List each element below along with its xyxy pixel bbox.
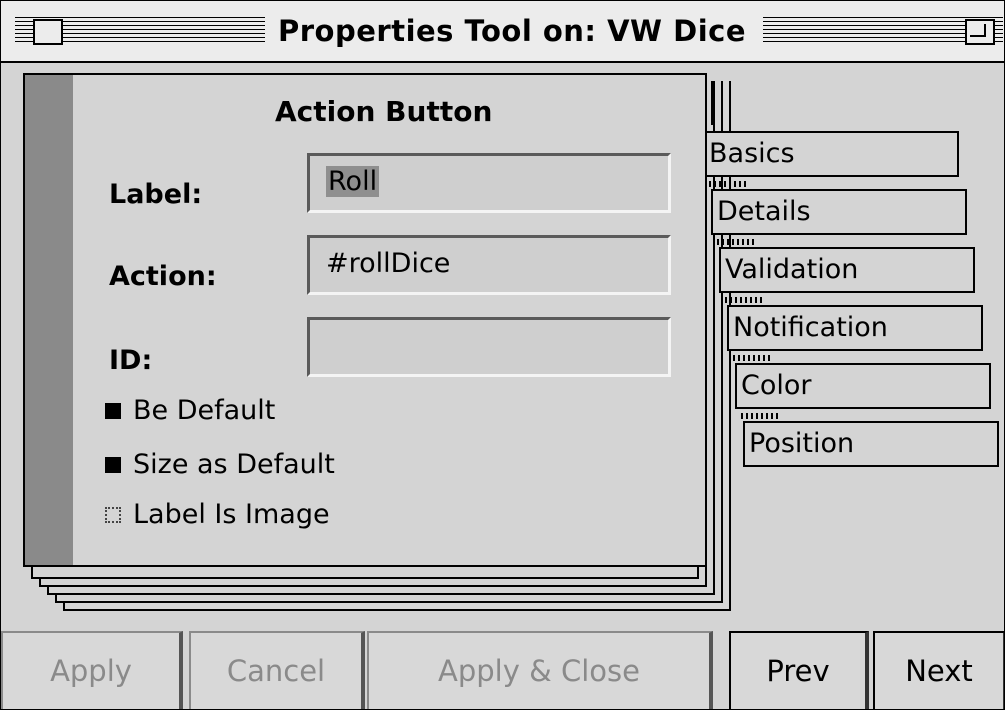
tab-basics-label: Basics	[709, 138, 795, 169]
size-as-default-checkbox[interactable]: Size as Default	[105, 449, 335, 480]
properties-window: Properties Tool on: VW Dice Basics Detai…	[0, 0, 1005, 710]
tab-details[interactable]: Details	[711, 189, 967, 235]
label-is-image-checkbox[interactable]: Label Is Image	[105, 499, 330, 530]
checkbox-checked-icon	[105, 402, 121, 419]
close-box-icon[interactable]	[33, 19, 63, 45]
tab-ticks	[741, 413, 781, 419]
tab-position[interactable]: Position	[743, 421, 999, 467]
zoom-box-icon[interactable]	[965, 19, 995, 45]
tab-basics[interactable]: Basics	[703, 131, 959, 177]
window-title: Properties Tool on: VW Dice	[266, 11, 759, 51]
page-spine	[25, 75, 73, 565]
label-is-image-label: Label Is Image	[133, 499, 330, 530]
tab-color[interactable]: Color	[735, 363, 991, 409]
tab-ticks	[733, 355, 773, 361]
tab-notification-label: Notification	[733, 312, 888, 343]
apply-close-button[interactable]: Apply & Close	[367, 631, 713, 709]
tab-notification[interactable]: Notification	[727, 305, 983, 351]
checkbox-checked-icon	[105, 456, 121, 473]
id-input[interactable]	[307, 317, 671, 377]
tab-color-label: Color	[741, 370, 812, 401]
tab-ticks	[717, 239, 757, 245]
tab-validation-label: Validation	[725, 254, 859, 285]
tab-ticks	[725, 297, 765, 303]
tab-position-label: Position	[749, 428, 855, 459]
action-input[interactable]: #rollDice	[307, 235, 671, 295]
tab-validation[interactable]: Validation	[719, 247, 975, 293]
apply-button[interactable]: Apply	[1, 631, 183, 709]
label-field-label: Label:	[109, 179, 203, 210]
be-default-label: Be Default	[133, 395, 276, 426]
id-field-label: ID:	[109, 345, 153, 376]
label-input-value: Roll	[326, 166, 380, 197]
next-button[interactable]: Next	[873, 631, 1004, 709]
size-as-default-label: Size as Default	[133, 449, 335, 480]
cancel-button[interactable]: Cancel	[189, 631, 365, 709]
properties-page: Action Button Label: Roll Action: #rollD…	[23, 73, 707, 567]
prev-button[interactable]: Prev	[729, 631, 869, 709]
action-field-label: Action:	[109, 261, 217, 292]
tab-ticks	[709, 181, 749, 187]
button-row: Apply Cancel Apply & Close Prev Next	[1, 631, 1004, 709]
action-input-value: #rollDice	[326, 248, 451, 279]
section-title: Action Button	[275, 95, 493, 128]
tab-details-label: Details	[717, 196, 811, 227]
label-input[interactable]: Roll	[307, 153, 671, 213]
be-default-checkbox[interactable]: Be Default	[105, 395, 275, 426]
title-bar[interactable]: Properties Tool on: VW Dice	[1, 1, 1004, 63]
checkbox-unchecked-icon	[105, 506, 121, 523]
